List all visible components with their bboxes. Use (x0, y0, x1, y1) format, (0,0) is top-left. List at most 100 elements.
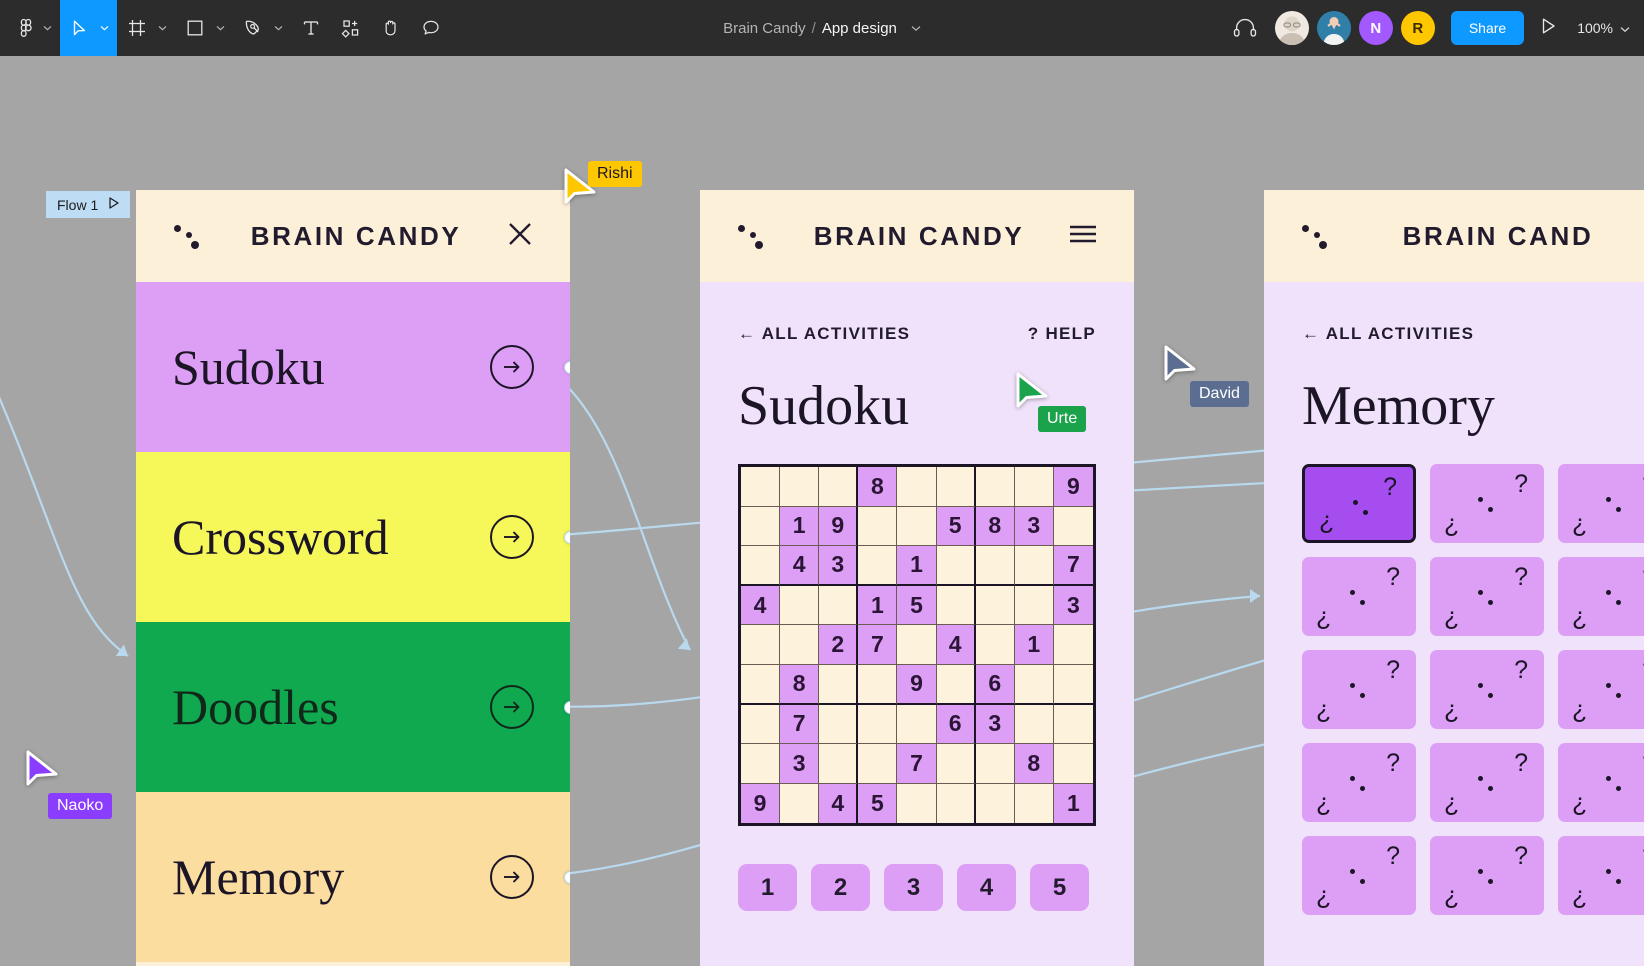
components-tool[interactable] (331, 0, 371, 56)
chevron-down-icon[interactable] (273, 0, 283, 56)
numpad-key[interactable]: 3 (884, 864, 943, 912)
memory-card[interactable]: ?¿ (1302, 557, 1416, 636)
help-link[interactable]: ? HELP (1028, 324, 1096, 344)
shape-tool[interactable] (175, 0, 233, 56)
sudoku-cell[interactable]: 7 (897, 744, 937, 784)
sudoku-cell[interactable]: 3 (819, 546, 859, 586)
prototype-connection-dot[interactable] (564, 531, 570, 544)
memory-game-screen[interactable]: BRAIN CAND ← ALL ACTIVITIES Memory ?¿?¿?… (1264, 190, 1644, 966)
sudoku-cell[interactable] (741, 506, 781, 547)
sudoku-cell[interactable] (741, 546, 781, 586)
close-x-icon[interactable] (506, 220, 534, 253)
sudoku-cell[interactable] (1014, 664, 1054, 705)
sudoku-cell[interactable] (897, 467, 937, 507)
arrow-right-icon[interactable] (490, 685, 534, 729)
sudoku-cell[interactable] (897, 625, 937, 665)
sudoku-cell[interactable] (1014, 585, 1054, 626)
sudoku-cell[interactable] (819, 585, 859, 626)
sudoku-cell[interactable] (936, 585, 976, 626)
zoom-level-control[interactable]: 100% (1571, 20, 1630, 36)
sudoku-cell[interactable] (936, 467, 976, 507)
sudoku-cell[interactable] (936, 664, 976, 705)
sudoku-cell[interactable] (1053, 506, 1093, 547)
sudoku-cell[interactable] (780, 625, 820, 665)
headphones-icon[interactable] (1221, 0, 1269, 56)
figma-menu-button[interactable] (0, 0, 60, 56)
sudoku-cell[interactable]: 9 (819, 506, 859, 547)
sudoku-cell[interactable] (741, 744, 781, 784)
sudoku-cell[interactable]: 4 (936, 625, 976, 665)
sudoku-cell[interactable]: 7 (858, 625, 898, 665)
arrow-right-icon[interactable] (490, 515, 534, 559)
sudoku-cell[interactable]: 4 (819, 783, 859, 824)
sudoku-cell[interactable]: 7 (1053, 546, 1093, 586)
sudoku-cell[interactable] (975, 744, 1015, 784)
sudoku-cell[interactable] (858, 664, 898, 705)
sudoku-cell[interactable] (1053, 625, 1093, 665)
chevron-down-icon[interactable] (215, 0, 225, 56)
menu-item-sudoku[interactable]: Sudoku (136, 282, 570, 452)
sudoku-cell[interactable] (897, 506, 937, 547)
memory-card[interactable]: ?¿ (1302, 650, 1416, 729)
sudoku-cell[interactable]: 3 (1053, 585, 1093, 626)
sudoku-cell[interactable]: 9 (897, 664, 937, 705)
memory-card[interactable]: ?¿ (1430, 464, 1544, 543)
frame-label-flow-1[interactable]: Flow 1 (46, 191, 131, 218)
sudoku-cell[interactable] (819, 467, 859, 507)
sudoku-cell[interactable] (741, 664, 781, 705)
prototype-connection-dot[interactable] (564, 871, 570, 884)
numpad-key[interactable]: 5 (1030, 864, 1089, 912)
sudoku-cell[interactable] (975, 783, 1015, 824)
sudoku-cell[interactable]: 8 (780, 664, 820, 705)
sudoku-cell[interactable] (936, 744, 976, 784)
back-to-all-activities[interactable]: ← ALL ACTIVITIES (1302, 324, 1474, 344)
sudoku-cell[interactable]: 1 (1014, 625, 1054, 665)
sudoku-cell[interactable] (897, 704, 937, 745)
sudoku-cell[interactable] (741, 467, 781, 507)
figma-logo-icon[interactable] (0, 0, 42, 56)
sudoku-cell[interactable]: 7 (780, 704, 820, 745)
sudoku-cell[interactable]: 1 (780, 506, 820, 547)
breadcrumb[interactable]: Brain Candy / App design (723, 20, 921, 37)
sudoku-cell[interactable] (780, 783, 820, 824)
memory-card[interactable]: ?¿ (1558, 464, 1644, 543)
arrow-right-icon[interactable] (490, 855, 534, 899)
sudoku-cell[interactable]: 5 (936, 506, 976, 547)
breadcrumb-file[interactable]: App design (822, 20, 897, 37)
chevron-down-icon[interactable] (1620, 20, 1630, 36)
avatar-n[interactable]: N (1358, 11, 1393, 45)
sudoku-cell[interactable] (936, 783, 976, 824)
comment-tool[interactable] (411, 0, 451, 56)
sudoku-cell[interactable] (858, 704, 898, 745)
sudoku-cell[interactable]: 4 (780, 546, 820, 586)
text-tool[interactable] (291, 0, 331, 56)
sudoku-cell[interactable] (858, 744, 898, 784)
memory-card[interactable]: ?¿ (1430, 743, 1544, 822)
sudoku-cell[interactable]: 6 (975, 664, 1015, 705)
sudoku-cell[interactable]: 8 (975, 506, 1015, 547)
sudoku-cell[interactable] (819, 704, 859, 745)
sudoku-cell[interactable]: 3 (1014, 506, 1054, 547)
sudoku-cell[interactable] (975, 546, 1015, 586)
memory-card[interactable]: ?¿ (1558, 557, 1644, 636)
sudoku-cell[interactable]: 5 (858, 783, 898, 824)
sudoku-cell[interactable] (819, 664, 859, 705)
hand-tool[interactable] (371, 0, 411, 56)
sudoku-cell[interactable] (858, 506, 898, 547)
arrow-right-icon[interactable] (490, 345, 534, 389)
chevron-down-icon[interactable] (911, 25, 921, 32)
square-icon[interactable] (175, 0, 215, 56)
sudoku-cell[interactable] (975, 585, 1015, 626)
sudoku-cell[interactable]: 6 (936, 704, 976, 745)
sudoku-cell[interactable] (936, 546, 976, 586)
sudoku-cell[interactable] (819, 744, 859, 784)
memory-card[interactable]: ?¿ (1430, 650, 1544, 729)
sudoku-cell[interactable] (975, 625, 1015, 665)
sudoku-cell[interactable] (1014, 546, 1054, 586)
sudoku-cell[interactable] (858, 546, 898, 586)
sudoku-cell[interactable]: 9 (1053, 467, 1093, 507)
frame-icon[interactable] (117, 0, 157, 56)
memory-card[interactable]: ?¿ (1302, 836, 1416, 915)
chevron-down-icon[interactable] (42, 0, 52, 56)
pen-icon[interactable] (233, 0, 273, 56)
